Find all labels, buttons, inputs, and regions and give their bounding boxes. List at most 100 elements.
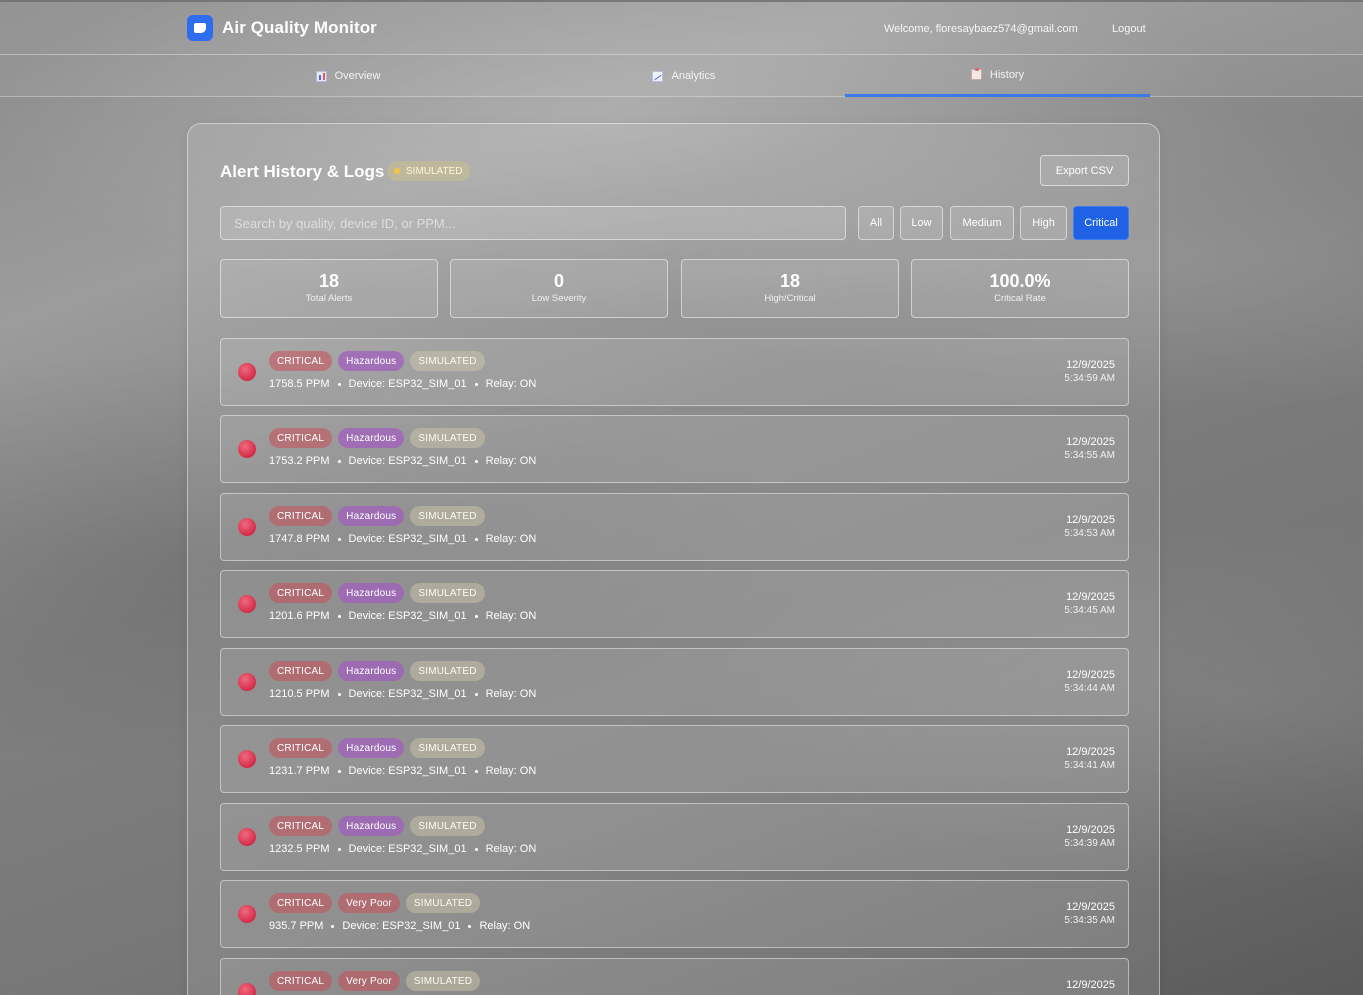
search-input[interactable] <box>220 206 846 240</box>
alert-row[interactable]: CRITICAL Very Poor SIMULATED 12/9/2025 <box>220 958 1129 995</box>
alert-time: 5:34:44 AM <box>1064 683 1115 694</box>
critical-dot-icon <box>238 440 256 458</box>
quality-badge: Hazardous <box>338 506 405 526</box>
source-badge: SIMULATED <box>410 738 485 758</box>
alert-row[interactable]: CRITICAL Hazardous SIMULATED 1232.5 PPM D… <box>220 803 1129 871</box>
relay-status: Relay: ON <box>485 688 537 700</box>
source-badge: SIMULATED <box>410 428 485 448</box>
alert-row[interactable]: CRITICAL Hazardous SIMULATED 1231.7 PPM D… <box>220 725 1129 793</box>
device-id: Device: ESP32_SIM_01 <box>348 378 467 390</box>
alert-row[interactable]: CRITICAL Hazardous SIMULATED 1201.6 PPM D… <box>220 570 1129 638</box>
relay-status: Relay: ON <box>485 610 537 622</box>
ppm-value: 1753.2 PPM <box>269 455 330 467</box>
tab-overview[interactable]: Overview <box>187 55 509 97</box>
critical-dot-icon <box>238 363 256 381</box>
alert-row[interactable]: CRITICAL Very Poor SIMULATED 935.7 PPM De… <box>220 880 1129 948</box>
tab-history[interactable]: History <box>845 55 1150 97</box>
brand[interactable]: Air Quality Monitor <box>187 15 377 41</box>
trend-chart-icon <box>652 70 664 82</box>
export-csv-button[interactable]: Export CSV <box>1040 155 1129 186</box>
severity-badge: CRITICAL <box>269 583 333 603</box>
device-id: Device: ESP32_SIM_01 <box>348 533 467 545</box>
tab-label: Overview <box>334 70 381 82</box>
relay-status: Relay: ON <box>479 920 531 932</box>
welcome-text: Welcome, floresaybaez574@gmail.com <box>884 23 1078 35</box>
alert-date: 12/9/2025 <box>1066 591 1115 603</box>
logout-link[interactable]: Logout <box>1112 23 1146 35</box>
simulated-badge-label: SIMULATED <box>406 165 463 177</box>
alert-row[interactable]: CRITICAL Hazardous SIMULATED 1753.2 PPM D… <box>220 415 1129 483</box>
stat-value: 18 <box>318 271 340 291</box>
ppm-value: 1201.6 PPM <box>269 610 330 622</box>
severity-badge: CRITICAL <box>269 351 333 371</box>
relay-status: Relay: ON <box>485 843 537 855</box>
quality-badge: Hazardous <box>338 661 405 681</box>
source-badge: SIMULATED <box>405 893 481 913</box>
source-badge: SIMULATED <box>410 816 485 836</box>
critical-dot-icon <box>238 983 256 995</box>
source-badge: SIMULATED <box>410 506 485 526</box>
severity-badge: CRITICAL <box>269 506 333 526</box>
alert-row[interactable]: CRITICAL Hazardous SIMULATED 1747.8 PPM D… <box>220 493 1129 561</box>
tab-label: History <box>989 68 1025 81</box>
alert-date: 12/9/2025 <box>1066 979 1115 991</box>
clipboard-icon <box>970 68 982 80</box>
quality-badge: Hazardous <box>338 583 405 603</box>
filter-medium-button[interactable]: Medium <box>950 206 1014 240</box>
filter-high-button[interactable]: High <box>1020 206 1067 240</box>
alert-date: 12/9/2025 <box>1066 436 1115 448</box>
critical-dot-icon <box>238 828 256 846</box>
chart-bars-icon <box>315 70 327 82</box>
quality-badge: Very Poor <box>338 893 400 913</box>
history-panel: Alert History & Logs SIMULATED Export CS… <box>187 123 1160 995</box>
relay-status: Relay: ON <box>485 378 537 390</box>
alert-date: 12/9/2025 <box>1066 901 1115 913</box>
severity-badge: CRITICAL <box>269 661 333 681</box>
quality-badge: Hazardous <box>338 816 405 836</box>
app-logo-icon <box>187 15 213 41</box>
stat-low-severity: 0 Low Severity <box>450 259 668 318</box>
ppm-value: 935.7 PPM <box>269 920 324 932</box>
panel-title: Alert History & Logs <box>220 162 385 181</box>
alert-row[interactable]: CRITICAL Hazardous SIMULATED 1758.5 PPM D… <box>220 338 1129 406</box>
tab-bar: Overview Analytics History <box>0 55 1363 97</box>
filter-low-button[interactable]: Low <box>900 206 943 240</box>
alert-time: 5:34:45 AM <box>1064 605 1115 616</box>
quality-badge: Hazardous <box>338 738 405 758</box>
device-id: Device: ESP32_SIM_01 <box>348 610 467 622</box>
ppm-value: 1231.7 PPM <box>269 765 330 777</box>
severity-badge: CRITICAL <box>269 816 333 836</box>
stat-label: Critical Rate <box>994 293 1046 304</box>
device-id: Device: ESP32_SIM_01 <box>348 843 467 855</box>
critical-dot-icon <box>238 595 256 613</box>
source-badge: SIMULATED <box>410 351 485 371</box>
stat-value: 100.0% <box>989 271 1051 291</box>
stat-total-alerts: 18 Total Alerts <box>220 259 438 318</box>
stat-value: 18 <box>779 271 801 291</box>
relay-status: Relay: ON <box>485 455 537 467</box>
alert-time: 5:34:59 AM <box>1064 373 1115 384</box>
device-id: Device: ESP32_SIM_01 <box>348 765 467 777</box>
filter-all-button[interactable]: All <box>858 206 894 240</box>
alert-row[interactable]: CRITICAL Hazardous SIMULATED 1210.5 PPM D… <box>220 648 1129 716</box>
status-dot-icon <box>394 168 400 174</box>
severity-badge: CRITICAL <box>269 971 333 991</box>
critical-dot-icon <box>238 673 256 691</box>
critical-dot-icon <box>238 750 256 768</box>
source-badge: SIMULATED <box>410 661 485 681</box>
stat-value: 0 <box>553 271 564 291</box>
top-header: Air Quality Monitor Welcome, floresaybae… <box>0 0 1363 55</box>
filter-critical-button[interactable]: Critical <box>1073 206 1129 240</box>
quality-badge: Very Poor <box>338 971 400 991</box>
severity-badge: CRITICAL <box>269 428 333 448</box>
stat-critical-rate: 100.0% Critical Rate <box>911 259 1129 318</box>
quality-badge: Hazardous <box>338 428 405 448</box>
tab-analytics[interactable]: Analytics <box>523 55 845 97</box>
relay-status: Relay: ON <box>485 533 537 545</box>
ppm-value: 1232.5 PPM <box>269 843 330 855</box>
ppm-value: 1747.8 PPM <box>269 533 330 545</box>
device-id: Device: ESP32_SIM_01 <box>348 688 467 700</box>
ppm-value: 1758.5 PPM <box>269 378 330 390</box>
ppm-value: 1210.5 PPM <box>269 688 330 700</box>
alert-time: 5:34:53 AM <box>1064 528 1115 539</box>
